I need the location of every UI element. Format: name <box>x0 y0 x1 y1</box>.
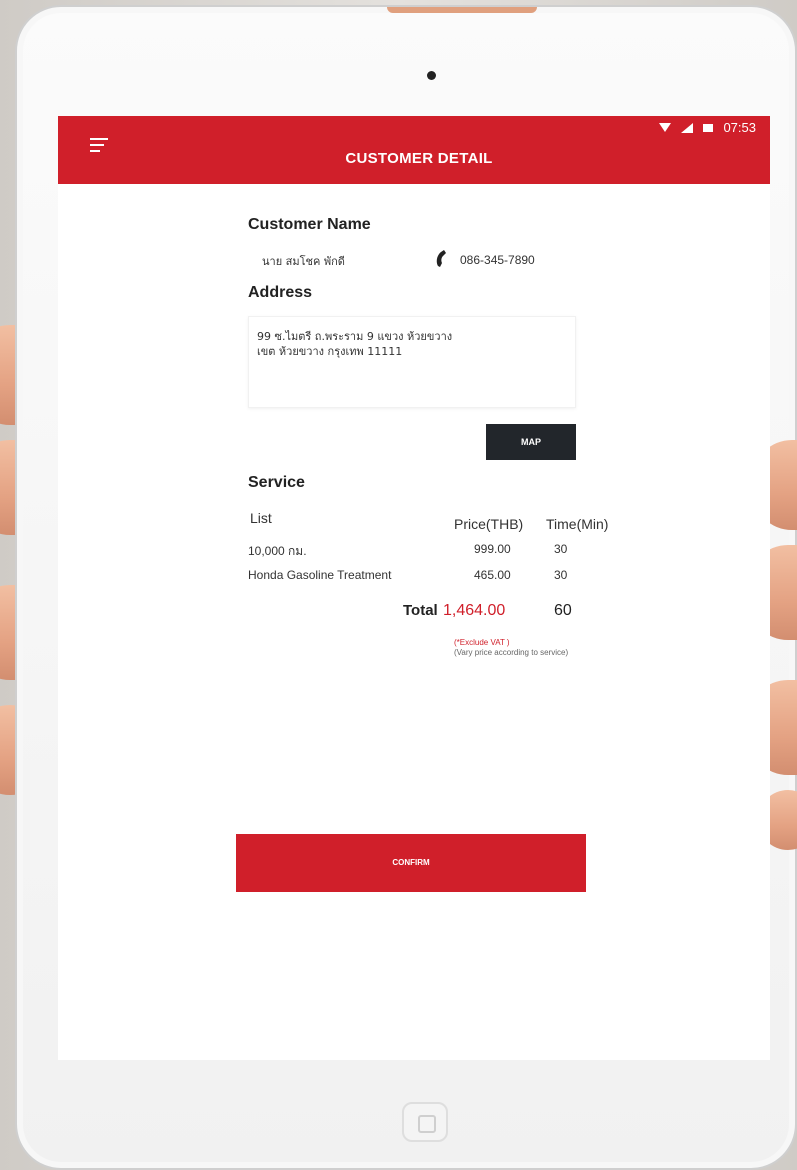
service-table-header: List Price(THB) Time(Min) <box>248 506 638 532</box>
service-time: 30 <box>554 542 568 556</box>
photo-scene: CUSTOMER DETAIL 07:53 Customer Name นาย … <box>0 0 797 1170</box>
customer-name-heading: Customer Name <box>248 216 371 233</box>
camera-icon <box>427 71 436 80</box>
wifi-icon <box>659 122 672 132</box>
customer-detail-content: Customer Name นาย สมโชค พักดี 086-345-78… <box>248 216 638 658</box>
customer-row: นาย สมโชค พักดี 086-345-7890 <box>248 248 638 278</box>
service-price: 465.00 <box>474 568 511 582</box>
signal-icon <box>681 122 694 133</box>
table-row: 10,000 กม. 999.00 30 <box>248 542 638 568</box>
service-price: 999.00 <box>474 542 511 556</box>
column-header-time: Time(Min) <box>546 516 609 532</box>
vary-price-note: (Vary price according to service) <box>454 648 569 657</box>
service-name: Honda Gasoline Treatment <box>248 568 392 582</box>
customer-name: นาย สมโชค พักดี <box>262 255 345 268</box>
map-button[interactable]: MAP <box>486 424 576 460</box>
status-bar: 07:53 <box>659 120 756 135</box>
total-row: Total 1,464.00 60 <box>248 596 638 628</box>
service-heading: Service <box>248 474 305 491</box>
service-name: 10,000 กม. <box>248 544 307 558</box>
address-line: 99 ซ.ไมตรี ถ.พระราม 9 แขวง ห้วยขวาง <box>257 330 453 343</box>
home-button[interactable] <box>402 1102 448 1142</box>
total-time: 60 <box>554 602 572 619</box>
service-time: 30 <box>554 568 568 582</box>
table-row: Honda Gasoline Treatment 465.00 30 <box>248 568 638 594</box>
address-box: 99 ซ.ไมตรี ถ.พระราม 9 แขวง ห้วยขวาง เขต … <box>248 316 576 408</box>
price-note: (*Exclude VAT ) (Vary price according to… <box>454 638 638 658</box>
address-heading: Address <box>248 284 313 301</box>
phone-icon[interactable] <box>434 248 452 268</box>
battery-icon <box>703 123 714 132</box>
confirm-button[interactable]: CONFIRM <box>236 834 586 892</box>
column-header-price: Price(THB) <box>454 516 524 532</box>
total-label: Total <box>403 602 438 619</box>
address-line: เขต ห้วยขวาง กรุงเทพ 11111 <box>257 345 403 358</box>
customer-phone[interactable]: 086-345-7890 <box>460 253 535 267</box>
app-bar: CUSTOMER DETAIL 07:53 <box>58 116 770 184</box>
page-title: CUSTOMER DETAIL <box>345 150 493 167</box>
total-price: 1,464.00 <box>443 602 506 619</box>
status-time: 07:53 <box>723 120 756 135</box>
app-screen: CUSTOMER DETAIL 07:53 Customer Name นาย … <box>58 116 770 1060</box>
vat-note: (*Exclude VAT ) <box>454 638 510 647</box>
column-header-list: List <box>250 510 272 526</box>
